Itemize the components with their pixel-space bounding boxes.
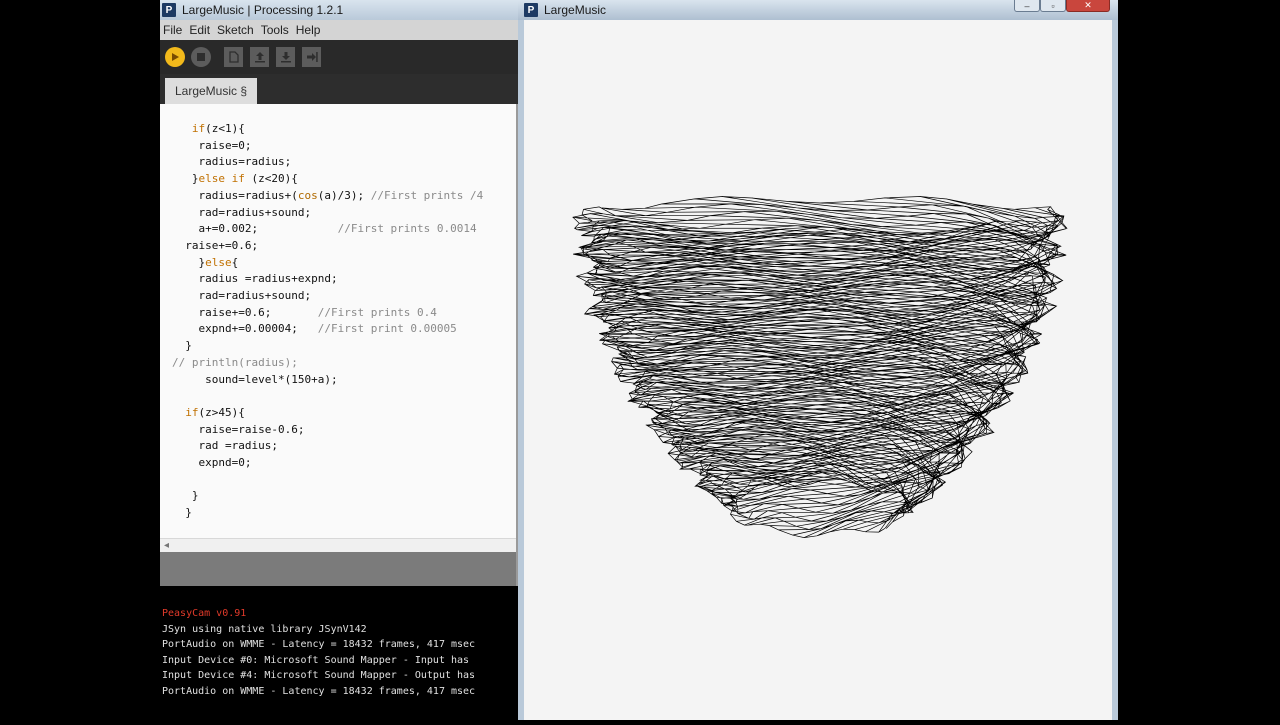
minimize-button[interactable]: – (1014, 0, 1040, 12)
code-editor[interactable]: if(z<1){ raise=0; radius=radius; }else i… (160, 104, 516, 538)
console-line: PortAudio on WMME - Latency = 18432 fram… (162, 639, 476, 651)
window-border (1112, 20, 1118, 720)
sketch-output-window: P LargeMusic – ▫ ✕ (518, 0, 1118, 720)
close-button[interactable]: ✕ (1066, 0, 1110, 12)
code-line: radius=radius+(cos(a)/3); //First prints… (198, 188, 484, 202)
code-line: expnd=0; (198, 456, 252, 469)
sketch-canvas[interactable] (524, 20, 1112, 720)
horizontal-scrollbar[interactable]: ◂ (160, 538, 516, 552)
maximize-icon: ▫ (1051, 0, 1055, 11)
minimize-icon: – (1024, 0, 1030, 11)
console-line: Input Device #0: Microsoft Sound Mapper … (162, 654, 470, 666)
ide-titlebar[interactable]: P LargeMusic | Processing 1.2.1 (160, 0, 518, 20)
code-line: raise=raise-0.6; (198, 422, 305, 436)
menu-help[interactable]: Help (293, 23, 325, 37)
upload-arrow-icon (254, 52, 265, 63)
play-icon (172, 53, 179, 61)
code-line: radius=radius; (198, 155, 292, 169)
code-line: raise+=0.6; //First prints 0.4 (198, 305, 437, 319)
stop-button[interactable] (191, 47, 211, 67)
code-line: expnd+=0.00004; //First print 0.00005 (198, 322, 457, 336)
menu-edit[interactable]: Edit (186, 23, 214, 37)
new-button[interactable] (224, 47, 243, 67)
console-line: PeasyCam v0.91 (162, 608, 247, 619)
tab-bar: LargeMusic § (160, 74, 518, 104)
console-line: PortAudio on WMME - Latency = 18432 fram… (162, 686, 476, 697)
menu-sketch[interactable]: Sketch (214, 23, 258, 37)
download-arrow-icon (280, 52, 291, 63)
code-line: rad =radius; (198, 439, 278, 453)
run-button[interactable] (165, 47, 185, 67)
ide-window-title: LargeMusic | Processing 1.2.1 (182, 3, 344, 17)
mesh-lines (572, 196, 1068, 538)
code-line: a+=0.002; //First prints 0.0014 (198, 222, 477, 236)
status-bar (160, 552, 516, 586)
ide-toolbar (160, 40, 518, 74)
export-button[interactable] (302, 47, 321, 67)
code-line: raise+=0.6; (185, 238, 259, 252)
stop-icon (197, 53, 205, 61)
code-line: rad=radius+sound; (198, 205, 312, 219)
scroll-left-icon[interactable]: ◂ (164, 539, 169, 553)
code-line: }else{ (198, 255, 239, 269)
new-file-icon (228, 51, 239, 63)
tab-largemusic[interactable]: LargeMusic § (165, 78, 257, 104)
menu-tools[interactable]: Tools (258, 23, 293, 37)
code-line: } (185, 506, 192, 520)
code-line: }else if (z<20){ (191, 172, 298, 186)
code-line: rad=radius+sound; (198, 289, 312, 302)
processing-logo-icon: P (524, 3, 538, 17)
menubar: File Edit Sketch Tools Help (160, 20, 518, 40)
processing-logo-icon: P (162, 3, 176, 17)
sketch-window-title: LargeMusic (544, 3, 607, 17)
code-line: } (185, 339, 192, 353)
close-icon: ✕ (1084, 0, 1092, 10)
maximize-button[interactable]: ▫ (1040, 0, 1066, 12)
code-line: radius =radius+expnd; (198, 272, 338, 286)
code-line: raise=0; (198, 138, 252, 152)
save-button[interactable] (276, 47, 295, 67)
processing-ide-window: P LargeMusic | Processing 1.2.1 File Edi… (160, 0, 518, 720)
console-line: Input Device #4: Microsoft Sound Mapper … (162, 670, 476, 682)
wireframe-mesh (572, 196, 1068, 538)
menu-file[interactable]: File (160, 23, 186, 37)
export-arrow-icon (306, 52, 318, 62)
code-line: if(z>45){ (185, 405, 245, 419)
code-line: } (191, 489, 199, 503)
code-line: sound=level*(150+a); (205, 372, 338, 386)
console-output[interactable]: PeasyCam v0.91 JSyn using native library … (160, 586, 518, 720)
code-line: if(z<1){ (191, 122, 245, 135)
console-line: JSyn using native library JSynV142 (162, 623, 367, 635)
code-line: // println(radius); (172, 355, 298, 369)
open-button[interactable] (250, 47, 269, 67)
